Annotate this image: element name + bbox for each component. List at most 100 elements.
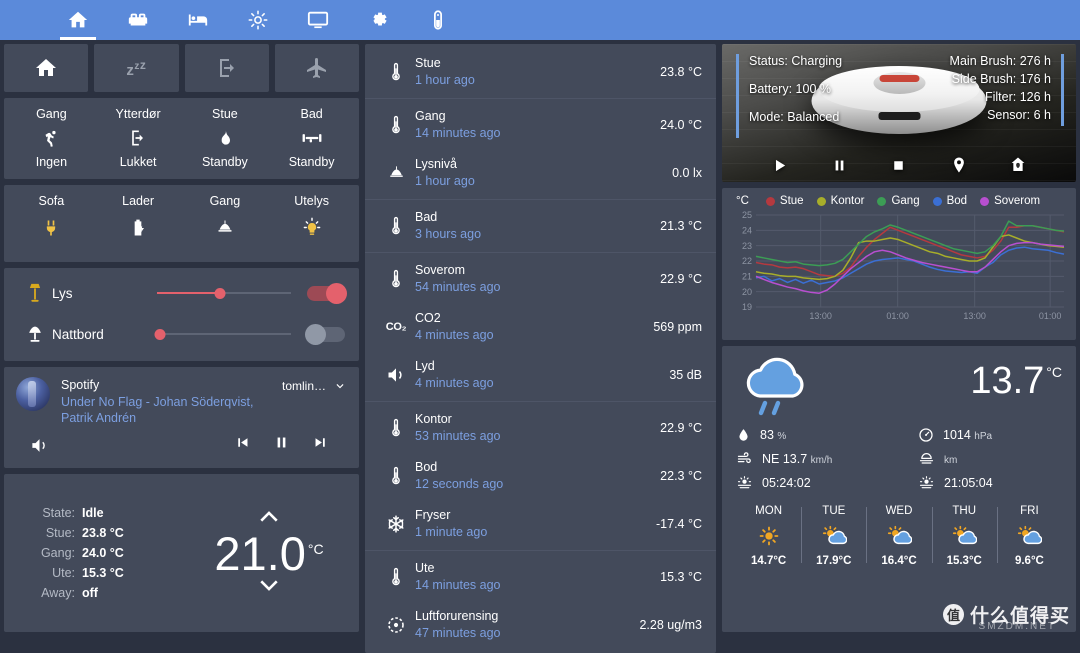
sensor-text: Kontor 53 minutes ago: [415, 411, 652, 444]
sensor-time: 1 hour ago: [415, 173, 664, 189]
sensor-text: Bod 12 seconds ago: [415, 459, 652, 492]
temperature-history-card: °C Stue Kontor Gang Bod: [722, 188, 1076, 340]
media-source-selector[interactable]: tomlin…: [282, 377, 347, 393]
sensor-value: 35 dB: [661, 368, 702, 382]
previous-track-button[interactable]: [234, 434, 251, 456]
vacuum-stop-button[interactable]: [869, 157, 929, 174]
tab-settings[interactable]: [358, 0, 398, 40]
sensor-row-luftforurensing[interactable]: Luftforurensing 47 minutes ago 2.28 ug/m…: [365, 601, 716, 649]
sensor-row-soverom[interactable]: Soverom 54 minutes ago 22.9 °C: [365, 255, 716, 303]
legend-label: Soverom: [994, 195, 1040, 207]
glance-item-ytterdor[interactable]: Ytterdør Lukket: [95, 107, 182, 169]
scene-vacation-button[interactable]: [275, 44, 359, 92]
toggle-knob: [326, 283, 347, 304]
sensor-row-bad[interactable]: Bad 3 hours ago 21.3 °C: [365, 202, 716, 250]
light-sliders-card: Lys Nattbord: [4, 268, 359, 361]
glance-item-sofa[interactable]: Sofa: [8, 194, 95, 248]
forecast-day-fri: FRI 9.6°C: [997, 505, 1062, 567]
light-toggle-lys[interactable]: [307, 286, 345, 301]
volume-slider[interactable]: [56, 437, 216, 453]
sunset-icon: [918, 475, 935, 491]
dashboard-columns: zzz Gang Ingen Ytterdør: [0, 40, 1080, 632]
slider-knob[interactable]: [154, 329, 165, 340]
attribute-value: 24.0 °C: [82, 543, 124, 563]
light-brightness-slider[interactable]: [157, 284, 291, 302]
scene-sleep-button[interactable]: zzz: [94, 44, 178, 92]
sensor-row-gang[interactable]: Gang 14 minutes ago 24.0 °C: [365, 101, 716, 149]
sensor-name: Soverom: [415, 262, 652, 279]
glance-item-stue[interactable]: Stue Standby: [182, 107, 269, 169]
sensor-row-lysniva[interactable]: Lysnivå 1 hour ago 0.0 lx: [365, 149, 716, 197]
legend-item-gang[interactable]: Gang: [877, 195, 919, 207]
weather-current: 13.7 °C: [736, 356, 1062, 430]
sensor-value: 23.8 °C: [652, 65, 702, 79]
sensor-name: Fryser: [415, 507, 648, 524]
tab-living-room[interactable]: [118, 0, 158, 40]
tab-lights[interactable]: [238, 0, 278, 40]
legend-color-swatch: [766, 197, 775, 206]
tab-home[interactable]: [58, 0, 98, 40]
glance-name: Gang: [210, 194, 241, 208]
chart-legend: °C Stue Kontor Gang Bod: [730, 195, 1068, 209]
wind-icon: [736, 451, 753, 467]
tab-media[interactable]: [298, 0, 338, 40]
sensor-row-co2[interactable]: CO₂ CO2 4 minutes ago 569 ppm: [365, 303, 716, 351]
volume-high-icon[interactable]: [22, 436, 56, 455]
light-name: Lys: [52, 286, 157, 301]
light-toggle-nattbord[interactable]: [307, 327, 345, 342]
sofa-icon: [127, 9, 149, 31]
forecast-temp: 15.3°C: [947, 555, 982, 567]
vacuum-side-brush: Side Brush: 176 h: [950, 72, 1051, 86]
light-brightness-slider[interactable]: [157, 325, 291, 343]
chart-series-stue: [756, 226, 1064, 277]
glance-item-lader[interactable]: Lader: [95, 194, 182, 248]
vacuum-pause-button[interactable]: [810, 157, 870, 174]
legend-item-kontor[interactable]: Kontor: [817, 195, 865, 207]
media-controls: [16, 434, 347, 456]
tab-experimental[interactable]: [418, 0, 458, 40]
legend-item-stue[interactable]: Stue: [766, 195, 804, 207]
sensor-time: 1 minute ago: [415, 524, 648, 540]
slider-track: [157, 333, 291, 335]
thermostat-row: Ute: 15.3 °C: [20, 563, 195, 583]
heating-icon: [301, 127, 323, 149]
slider-knob[interactable]: [214, 288, 225, 299]
sensor-row-kontor[interactable]: Kontor 53 minutes ago 22.9 °C: [365, 404, 716, 452]
weather-pressure: 1014 hPa: [918, 426, 1062, 444]
thermostat-attributes: State: Idle Stue: 23.8 °C Gang: 24.0 °C …: [20, 503, 195, 603]
sensor-name: Gang: [415, 108, 652, 125]
scene-home-button[interactable]: [4, 44, 88, 92]
legend-item-bod[interactable]: Bod: [933, 195, 967, 207]
sensor-row-bod[interactable]: Bod 12 seconds ago 22.3 °C: [365, 452, 716, 500]
sleep-zzz-icon: zzz: [126, 58, 146, 79]
scene-away-button[interactable]: [185, 44, 269, 92]
glance-item-utelys[interactable]: Utelys: [268, 194, 355, 248]
vacuum-return-home-button[interactable]: [988, 156, 1048, 174]
vacuum-controls: [722, 156, 1076, 174]
next-track-button[interactable]: [312, 434, 329, 456]
svg-text:21: 21: [742, 272, 752, 282]
pause-button[interactable]: [273, 434, 290, 456]
sensor-row-lyd[interactable]: Lyd 4 minutes ago 35 dB: [365, 351, 716, 399]
temperature-down-button[interactable]: [256, 577, 282, 600]
glance-item-bad[interactable]: Bad Standby: [268, 107, 355, 169]
vacuum-locate-button[interactable]: [929, 156, 989, 174]
glance-item-gang-light[interactable]: Gang: [182, 194, 269, 248]
sensor-row-fryser[interactable]: Fryser 1 minute ago -17.4 °C: [365, 500, 716, 548]
glance-state: Ingen: [36, 155, 67, 169]
pause-icon: [273, 434, 290, 451]
sensor-row-stue[interactable]: Stue 1 hour ago 23.8 °C: [365, 48, 716, 96]
forecast-day-tue: TUE 17.9°C: [801, 505, 866, 567]
sensor-row-ute[interactable]: Ute 14 minutes ago 15.3 °C: [365, 553, 716, 601]
weather-details-right: 1014 hPa km 21:05:04: [880, 426, 1062, 492]
sensor-group: Ute 14 minutes ago 15.3 °C Luftforurensi…: [365, 550, 716, 651]
vacuum-play-button[interactable]: [750, 157, 810, 174]
svg-text:01:00: 01:00: [886, 311, 909, 321]
weather-visibility: km: [918, 450, 1062, 468]
chart-plot-area: 1920212223242513:0001:0013:0001:00: [730, 209, 1068, 336]
ceiling-light-icon: [377, 164, 415, 183]
tab-bedroom[interactable]: [178, 0, 218, 40]
glance-item-gang[interactable]: Gang Ingen: [8, 107, 95, 169]
legend-item-soverom[interactable]: Soverom: [980, 195, 1040, 207]
legend-label: Kontor: [831, 195, 865, 207]
